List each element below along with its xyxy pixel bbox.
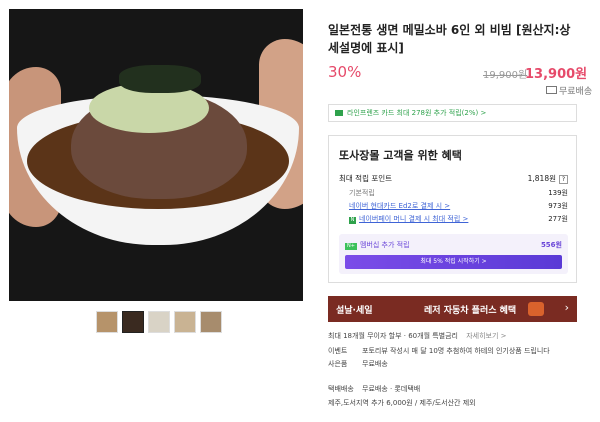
thumbnail-5[interactable]	[200, 311, 222, 333]
gift-row: 사은품 무료배송	[328, 359, 388, 369]
membership-box: N+ 멤버십 추가 적립 556원 최대 5% 적립 시작하기 >	[339, 234, 568, 274]
membership-value: 556원	[540, 241, 562, 249]
shipping-info: 무료배송	[546, 84, 592, 97]
basic-points-label: 기본적립	[349, 189, 375, 197]
original-price: 19,900원	[483, 70, 528, 81]
discount-rate: 30%	[328, 63, 362, 81]
benefit-heading: 또사장몰 고객을 위한 혜택	[339, 149, 462, 162]
benefit-panel: 또사장몰 고객을 위한 혜택 최대 적립 포인트 1,818원? 기본적립 13…	[328, 135, 577, 283]
delivery-text: 무료배송 · 롯데택배	[362, 385, 421, 393]
card-points-value: 973원	[548, 202, 568, 210]
card-benefit-bar[interactable]: 라인프렌즈 카드 최대 278원 추가 적립(2%) >	[328, 104, 577, 122]
thumbnail-3[interactable]	[148, 311, 170, 333]
npay-points-value: 277원	[548, 215, 568, 223]
truck-icon	[546, 86, 557, 94]
card-icon	[335, 110, 343, 116]
event-text: 포토리뷰 작성시 매 달 10명 추첨하여 하테의 인기상품 드립니다	[362, 347, 550, 355]
delivery-extra: 제주,도서지역 추가 6,000원 / 제주/도서산간 제외	[328, 399, 476, 407]
npay-points-label[interactable]: 네이버페이 머니 결제 시 최대 적립 >	[359, 215, 468, 223]
gift-text: 무료배송	[362, 360, 388, 368]
event-label: 이벤트	[328, 347, 348, 355]
basic-points-row: 기본적립 139원	[349, 188, 568, 198]
card-points-label[interactable]: 네이버 현대카드 Ed2로 결제 시 >	[349, 202, 450, 210]
installment-detail-link[interactable]: 자세히보기 >	[466, 332, 506, 340]
promo-banner[interactable]: 설날·세일 레저 자동차 플러스 혜택 ›	[328, 296, 577, 322]
card-points-row[interactable]: 네이버 현대카드 Ed2로 결제 시 > 973원	[349, 201, 568, 211]
gift-icon	[528, 302, 544, 316]
npay-points-row[interactable]: N 네이버페이 머니 결제 시 최대 적립 > 277원	[349, 214, 568, 224]
npay-icon: N	[349, 217, 356, 224]
help-icon[interactable]: ?	[559, 175, 568, 184]
membership-start-button[interactable]: 최대 5% 적립 시작하기 >	[345, 255, 562, 269]
max-points-row: 최대 적립 포인트 1,818원?	[339, 173, 568, 184]
sale-price: 13,900원	[525, 67, 588, 82]
seaweed-topping	[119, 65, 201, 93]
product-main-image	[9, 9, 303, 301]
card-benefit-label: 라인프렌즈 카드 최대 278원 추가 적립(2%) >	[347, 109, 487, 117]
event-row: 이벤트 포토리뷰 작성시 매 달 10명 추첨하여 하테의 인기상품 드립니다	[328, 346, 550, 356]
delivery-row: 택배배송 무료배송 · 롯데택배	[328, 384, 420, 394]
product-title: 일본전통 생면 메밀소바 6인 외 비빔 [원산지:상세설명에 표시]	[328, 23, 571, 55]
installment-row: 최대 18개월 무이자 할부 · 60개월 특별금리 자세히보기 >	[328, 331, 507, 341]
max-points-label: 최대 적립 포인트	[339, 174, 393, 183]
promo-left-label: 설날·세일	[336, 306, 373, 316]
installment-text: 최대 18개월 무이자 할부 · 60개월 특별금리	[328, 332, 458, 340]
delivery-label: 택배배송	[328, 385, 354, 393]
thumbnail-4[interactable]	[174, 311, 196, 333]
gift-label: 사은품	[328, 360, 348, 368]
membership-label: N+ 멤버십 추가 적립	[345, 240, 410, 250]
basic-points-value: 139원	[548, 189, 568, 197]
thumbnail-2[interactable]	[122, 311, 144, 333]
max-points-value: 1,818원?	[528, 173, 568, 184]
chevron-right-icon: ›	[564, 301, 569, 314]
shipping-label: 무료배송	[559, 87, 593, 97]
thumbnail-strip	[96, 311, 222, 333]
membership-badge: N+	[345, 243, 357, 250]
thumbnail-1[interactable]	[96, 311, 118, 333]
promo-right-label: 레저 자동차 플러스 혜택	[424, 306, 517, 316]
